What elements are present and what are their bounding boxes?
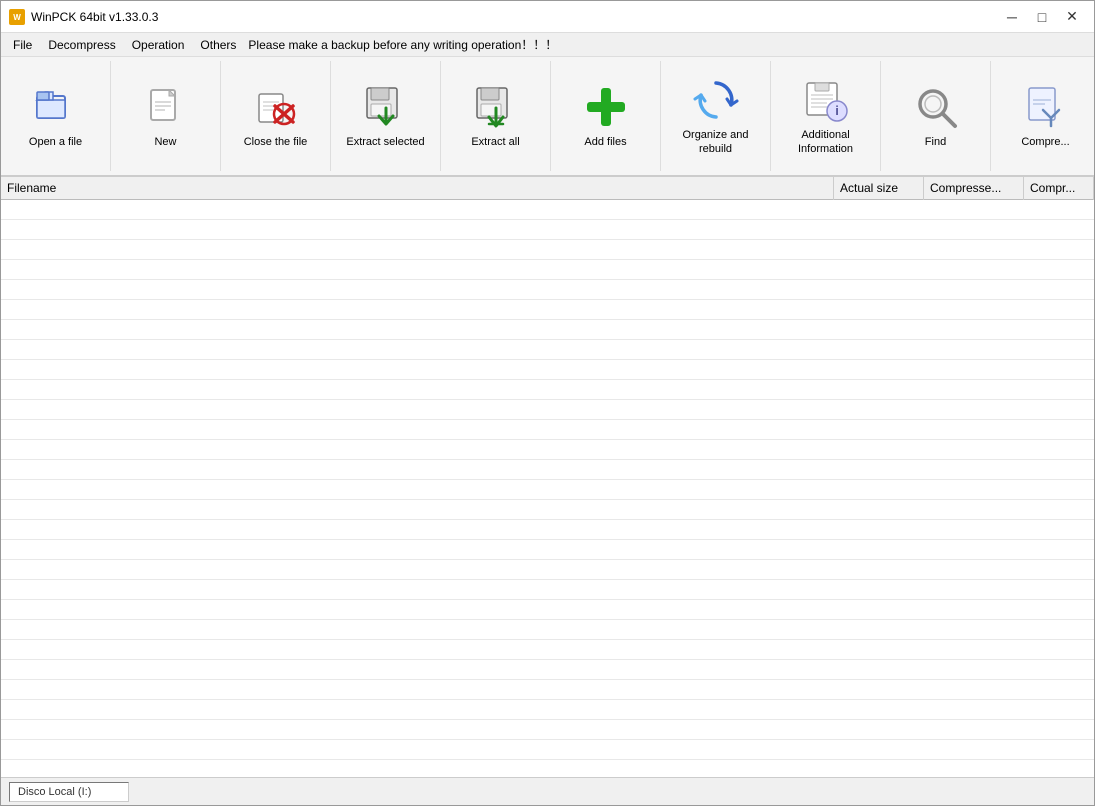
extract-selected-label: Extract selected: [346, 135, 424, 149]
close-the-file-icon: [252, 83, 300, 131]
main-window: W WinPCK 64bit v1.33.0.3 ─ □ ✕ File Deco…: [0, 0, 1095, 806]
toolbar: Open a file New: [1, 57, 1094, 177]
table-row: [1, 219, 1094, 239]
table-row: [1, 479, 1094, 499]
extract-selected-icon: [362, 83, 410, 131]
compress-icon: [1022, 83, 1070, 131]
menu-bar: File Decompress Operation Others Please …: [1, 33, 1094, 57]
extract-all-label: Extract all: [471, 135, 519, 149]
table-row: [1, 439, 1094, 459]
table-row: [1, 419, 1094, 439]
new-icon: [142, 83, 190, 131]
window-controls: ─ □ ✕: [998, 6, 1086, 28]
table-row: [1, 199, 1094, 219]
table-row: [1, 339, 1094, 359]
table-row: [1, 279, 1094, 299]
table-header-row: Filename Actual size Compresse... Compr.…: [1, 177, 1094, 199]
new-label: New: [154, 135, 176, 149]
table-row: [1, 579, 1094, 599]
new-button[interactable]: New: [111, 61, 221, 171]
add-files-label: Add files: [584, 135, 626, 149]
extract-all-button[interactable]: Extract all: [441, 61, 551, 171]
table-row: [1, 759, 1094, 777]
table-row: [1, 299, 1094, 319]
organize-and-rebuild-icon: [692, 76, 740, 124]
backup-notice: Please make a backup before any writing …: [248, 36, 557, 53]
app-icon: W: [9, 9, 25, 25]
open-a-file-icon: [32, 83, 80, 131]
menu-decompress[interactable]: Decompress: [40, 36, 123, 54]
status-bar: Disco Local (I:): [1, 777, 1094, 805]
organize-and-rebuild-label: Organize and rebuild: [671, 128, 761, 157]
svg-text:W: W: [13, 13, 21, 22]
table-row: [1, 319, 1094, 339]
extract-all-icon: [472, 83, 520, 131]
additional-information-label: Additional Information: [781, 128, 871, 157]
table-row: [1, 599, 1094, 619]
compress-label: Compre...: [1021, 135, 1069, 149]
table-row: [1, 539, 1094, 559]
table-row: [1, 379, 1094, 399]
find-button[interactable]: Find: [881, 61, 991, 171]
col-header-compr[interactable]: Compr...: [1024, 177, 1094, 199]
table-row: [1, 699, 1094, 719]
find-label: Find: [925, 135, 946, 149]
table-row: [1, 399, 1094, 419]
col-header-filename[interactable]: Filename: [1, 177, 834, 199]
additional-information-button[interactable]: i Additional Information: [771, 61, 881, 171]
status-path: Disco Local (I:): [9, 782, 129, 802]
extract-selected-button[interactable]: Extract selected: [331, 61, 441, 171]
open-a-file-button[interactable]: Open a file: [1, 61, 111, 171]
table-row: [1, 659, 1094, 679]
close-the-file-button[interactable]: Close the file: [221, 61, 331, 171]
file-table-body: [1, 199, 1094, 777]
close-button[interactable]: ✕: [1058, 6, 1086, 28]
maximize-button[interactable]: □: [1028, 6, 1056, 28]
table-row: [1, 639, 1094, 659]
col-header-actual-size[interactable]: Actual size: [834, 177, 924, 199]
table-row: [1, 519, 1094, 539]
table-row: [1, 739, 1094, 759]
add-files-button[interactable]: Add files: [551, 61, 661, 171]
file-area: Filename Actual size Compresse... Compr.…: [1, 177, 1094, 777]
menu-operation[interactable]: Operation: [124, 36, 193, 54]
open-a-file-label: Open a file: [29, 135, 82, 149]
organize-and-rebuild-button[interactable]: Organize and rebuild: [661, 61, 771, 171]
close-the-file-label: Close the file: [244, 135, 308, 149]
col-header-compressed-size[interactable]: Compresse...: [924, 177, 1024, 199]
window-title: WinPCK 64bit v1.33.0.3: [31, 10, 998, 24]
menu-others[interactable]: Others: [192, 36, 244, 54]
table-row: [1, 719, 1094, 739]
svg-text:i: i: [835, 103, 839, 118]
table-row: [1, 619, 1094, 639]
title-bar: W WinPCK 64bit v1.33.0.3 ─ □ ✕: [1, 1, 1094, 33]
table-row: [1, 559, 1094, 579]
add-files-icon: [582, 83, 630, 131]
menu-file[interactable]: File: [5, 36, 40, 54]
table-row: [1, 499, 1094, 519]
table-row: [1, 459, 1094, 479]
table-row: [1, 239, 1094, 259]
table-row: [1, 359, 1094, 379]
find-icon: [912, 83, 960, 131]
minimize-button[interactable]: ─: [998, 6, 1026, 28]
compress-button[interactable]: Compre...: [991, 61, 1094, 171]
table-row: [1, 679, 1094, 699]
additional-information-icon: i: [802, 76, 850, 124]
file-table: Filename Actual size Compresse... Compr.…: [1, 177, 1094, 777]
table-row: [1, 259, 1094, 279]
